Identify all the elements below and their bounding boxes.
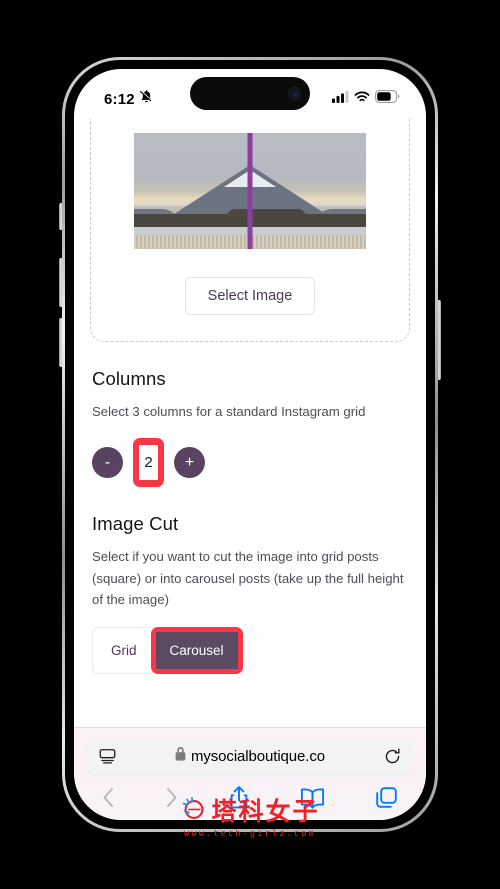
columns-title: Columns	[92, 368, 166, 389]
image-cut-toggle: Grid Carousel	[92, 626, 243, 674]
watermark-url: www.tech-girlz.com	[184, 829, 316, 839]
reload-icon[interactable]	[383, 747, 402, 766]
status-bar-clock: 6:12	[104, 90, 135, 108]
image-preview[interactable]	[134, 133, 366, 249]
bell-slash-icon	[139, 89, 154, 109]
phone-screen: 6:12 Select Image Columns Select 3 colum…	[74, 69, 426, 820]
image-cut-section: Image Cut Select if you want to cut the …	[74, 513, 426, 674]
status-bar-left: 6:12	[104, 89, 154, 109]
columns-description: Select 3 columns for a standard Instagra…	[92, 404, 366, 419]
column-divider-line	[247, 133, 253, 249]
watermark: 塔科女子 www.tech-girlz.com	[180, 792, 319, 839]
columns-stepper: - 2 +	[92, 438, 408, 488]
tabs-icon[interactable]	[375, 786, 398, 809]
wifi-icon	[354, 90, 370, 108]
select-image-button[interactable]: Select Image	[184, 277, 316, 315]
decrement-columns-button[interactable]: -	[92, 447, 123, 479]
cellular-signal-icon	[332, 90, 349, 108]
columns-value-input[interactable]: 2	[139, 445, 158, 481]
phone-frame: 6:12 Select Image Columns Select 3 colum…	[62, 57, 438, 832]
image-cut-description: Select if you want to cut the image into…	[92, 549, 404, 608]
columns-value-annotation: 2	[133, 438, 164, 488]
tech-girlz-logo-icon	[180, 796, 206, 825]
web-page-content: Select Image Columns Select 3 columns fo…	[74, 119, 426, 674]
grid-option-button[interactable]: Grid	[92, 626, 153, 674]
reader-view-icon[interactable]	[98, 747, 117, 766]
status-bar: 6:12	[74, 69, 426, 117]
screenshot-root: 6:12 Select Image Columns Select 3 colum…	[0, 0, 500, 889]
url-text: mysocialboutique.co	[190, 747, 325, 765]
image-dropzone[interactable]: Select Image	[90, 119, 410, 342]
image-cut-title: Image Cut	[92, 513, 179, 535]
watermark-brand: 塔科女子	[211, 797, 320, 826]
back-chevron-icon[interactable]	[102, 787, 115, 808]
front-camera-icon	[288, 87, 301, 100]
carousel-option-button[interactable]: Carousel	[155, 631, 238, 669]
address-bar-content[interactable]: mysocialboutique.co	[117, 746, 383, 766]
watermark-row: 塔科女子	[180, 792, 319, 828]
dynamic-island	[190, 77, 310, 110]
battery-icon	[375, 90, 400, 108]
increment-columns-button[interactable]: +	[174, 447, 205, 479]
phone-bezel: 6:12 Select Image Columns Select 3 colum…	[65, 60, 435, 829]
forward-chevron-icon[interactable]	[165, 787, 178, 808]
carousel-option-annotation: Carousel	[150, 626, 243, 674]
status-bar-right	[332, 90, 400, 108]
columns-section: Columns Select 3 columns for a standard …	[74, 368, 426, 488]
lock-icon	[175, 746, 186, 766]
address-bar[interactable]: mysocialboutique.co	[86, 737, 414, 775]
